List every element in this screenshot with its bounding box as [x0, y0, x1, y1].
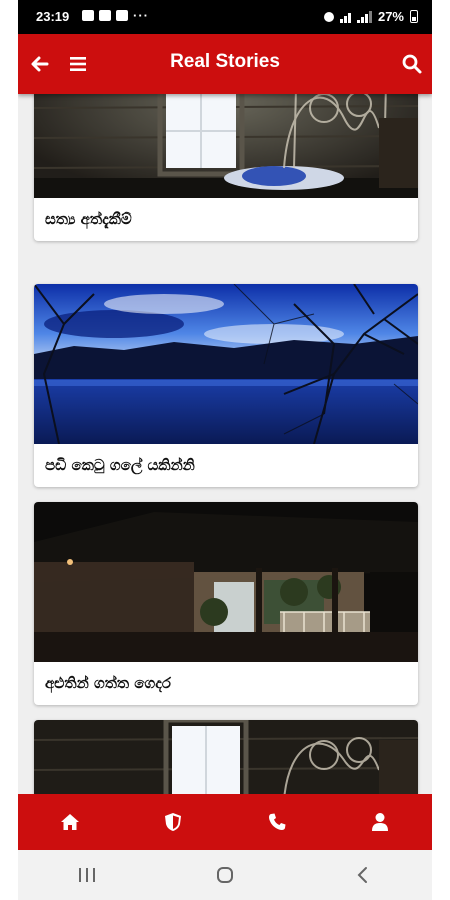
story-image-lake: [34, 284, 418, 444]
more-notifications-icon: ···: [133, 8, 149, 23]
wifi-icon: [339, 11, 351, 23]
search-icon: [402, 54, 422, 74]
search-button[interactable]: [398, 50, 426, 78]
phone-icon: [268, 813, 286, 830]
notification-icons: ···: [82, 8, 149, 23]
back-system-button[interactable]: [343, 860, 383, 890]
page-title: Real Stories: [170, 51, 280, 72]
story-card[interactable]: [34, 720, 418, 794]
status-right: 27%: [323, 9, 418, 24]
shield-icon: [165, 813, 182, 831]
story-image-house: [34, 502, 418, 662]
battery-percent: 27%: [377, 9, 404, 24]
story-feed[interactable]: සත්‍ය අත්දැකීම්: [18, 94, 432, 794]
laptop-icon: [116, 10, 128, 21]
story-title: අළුතින් ගත්ත ගෙදර: [45, 674, 171, 692]
battery-icon: [410, 10, 418, 23]
phone-screen: 23:19 ··· 27% Real St: [18, 0, 432, 900]
story-title: පඩි කෙටු ගලේ යකින්නි: [45, 456, 195, 474]
nav-profile-button[interactable]: [366, 808, 394, 836]
recents-button[interactable]: [67, 860, 107, 890]
user-icon: [372, 813, 389, 831]
recents-icon: [79, 868, 95, 882]
status-bar: 23:19 ··· 27%: [18, 0, 432, 34]
bottom-navigation: [18, 794, 432, 850]
home-circle-icon: [217, 867, 233, 883]
image-icon: [99, 10, 111, 21]
system-navigation-bar: [18, 850, 432, 900]
story-card[interactable]: පඩි කෙටු ගලේ යකින්නි: [34, 284, 418, 487]
status-time: 23:19: [36, 9, 70, 24]
alarm-icon: [323, 11, 334, 22]
nav-home-button[interactable]: [56, 808, 84, 836]
home-icon: [60, 814, 79, 830]
nav-shield-button[interactable]: [159, 808, 187, 836]
message-icon: [82, 10, 94, 21]
story-title: සත්‍ය අත්දැකීම්: [45, 210, 132, 228]
signal-icon: [356, 10, 372, 23]
nav-phone-button[interactable]: [263, 808, 291, 836]
story-image-bedroom: [34, 94, 418, 198]
story-card[interactable]: සත්‍ය අත්දැකීම්: [34, 94, 418, 241]
back-chevron-icon: [357, 867, 367, 883]
story-image-bedroom: [34, 720, 418, 794]
app-bar: Real Stories: [18, 34, 432, 94]
story-card[interactable]: අළුතින් ගත්ත ගෙදර: [34, 502, 418, 705]
home-system-button[interactable]: [205, 860, 245, 890]
